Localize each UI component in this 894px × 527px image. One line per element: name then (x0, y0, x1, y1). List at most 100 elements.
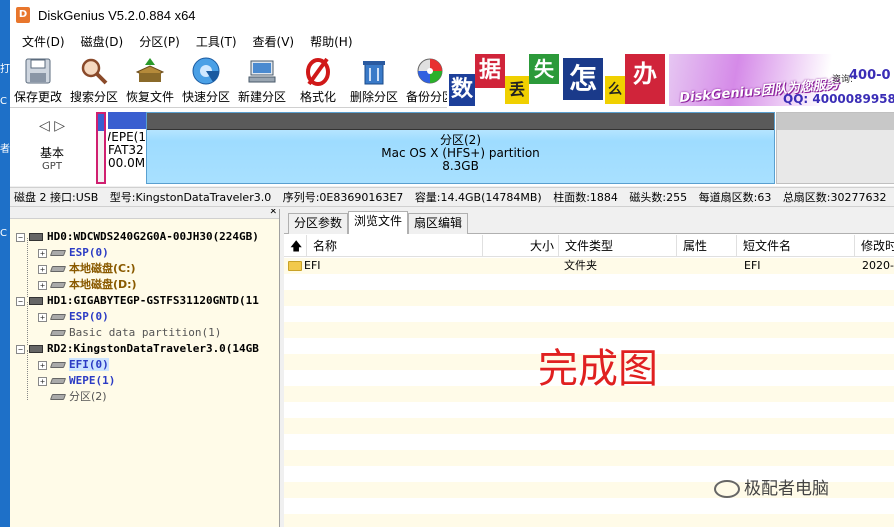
tree-label: ESP(0) (69, 246, 109, 259)
tree-partition[interactable]: Basic data partition(1) (49, 325, 222, 341)
partition-block-2[interactable]: 分区(2) Mac OS X (HFS+) partition 8.3GB (146, 112, 775, 184)
column-name[interactable]: 名称 (306, 235, 482, 257)
partition-icon (49, 266, 67, 272)
menu-help[interactable]: 帮助(H) (302, 33, 360, 50)
title-bar[interactable]: D DiskGenius V5.2.0.884 x64 (10, 0, 894, 30)
menu-tools[interactable]: 工具(T) (188, 33, 245, 50)
partition-block-wepe[interactable]: WEPE(1 FAT32 00.0M (108, 112, 146, 184)
free-space-block[interactable] (776, 112, 894, 184)
recover-files-button[interactable]: 恢复文件 (122, 54, 178, 106)
banner-qq: QQ: 4000089958(与 (783, 92, 894, 106)
partition-bar (147, 113, 774, 130)
collapse-icon[interactable]: − (16, 232, 25, 242)
file-short-name: EFI (744, 259, 761, 272)
up-folder-icon[interactable]: 🡅 (284, 235, 306, 257)
partition-icon (49, 362, 67, 368)
expand-icon[interactable]: + (38, 280, 47, 290)
collapse-icon[interactable]: − (16, 344, 25, 354)
partition-block-efi[interactable] (96, 112, 106, 184)
toolbar-label: 恢复文件 (125, 90, 174, 104)
pane-grip[interactable]: ✕ (10, 209, 279, 219)
tree-partition[interactable]: + EFI(0) (38, 357, 109, 373)
desktop-glyph: 者 (0, 144, 10, 155)
expand-icon[interactable]: + (38, 264, 47, 274)
tree-partition[interactable]: + WEPE(1) (38, 373, 115, 389)
menu-file[interactable]: 文件(D) (14, 33, 73, 50)
quick-partition-icon (192, 57, 220, 85)
file-name: EFI (304, 259, 321, 272)
tree-label: RD2:KingstonDataTraveler3.0(14GB (47, 342, 259, 355)
partition-icon (49, 282, 67, 288)
tab-partition-params[interactable]: 分区参数 (288, 213, 349, 234)
collapse-icon[interactable]: − (16, 296, 25, 306)
disk-total-sectors: 总扇区数:30277632 (782, 191, 887, 204)
tree-label: ESP(0) (69, 310, 109, 323)
menu-partition[interactable]: 分区(P) (131, 33, 188, 50)
column-size[interactable]: 大小 (482, 235, 558, 257)
watermark: 极配者电脑 (714, 474, 829, 499)
banner-glyph: 怎 (563, 58, 603, 100)
tree-partition[interactable]: 分区(2) (49, 389, 107, 405)
banner-glyph: 办 (625, 54, 665, 104)
tree-label: Basic data partition(1) (69, 326, 222, 339)
new-partition-button[interactable]: 新建分区 (234, 54, 290, 106)
tree-partition[interactable]: + ESP(0) (38, 309, 109, 325)
format-button[interactable]: 格式化 (290, 54, 346, 106)
partition-bar (777, 113, 894, 130)
expand-icon[interactable]: + (38, 312, 47, 322)
column-short-name[interactable]: 短文件名 (736, 235, 854, 257)
tree-disk-hd0[interactable]: − HD0:WDCWDS240G2G0A-00JH30(224GB) (16, 229, 259, 245)
menu-disk[interactable]: 磁盘(D) (73, 33, 132, 50)
format-icon (306, 57, 330, 86)
tree-label: EFI(0) (69, 358, 109, 371)
expand-icon[interactable]: + (38, 360, 47, 370)
disk-tree-pane: ✕ − HD0:WDCWDS240G2G0A-00JH30(224GB) + ESP… (10, 209, 280, 527)
tab-browse-files[interactable]: 浏览文件 (348, 211, 409, 234)
column-type[interactable]: 文件类型 (558, 235, 676, 257)
disk-capacity: 容量:14.4GB(14784MB) (414, 191, 542, 204)
tree-label: HD0:WDCWDS240G2G0A-00JH30(224GB) (47, 230, 259, 243)
tree-line (27, 238, 28, 297)
tree-partition[interactable]: + 本地磁盘(C:) (38, 261, 136, 277)
tree-disk-hd1[interactable]: − HD1:GIGABYTEGP-GSTFS31120GNTD(11 (16, 293, 259, 309)
tab-sector-edit[interactable]: 扇区编辑 (408, 213, 469, 234)
menu-view[interactable]: 查看(V) (245, 33, 303, 50)
file-row[interactable]: EFI 文件夹 EFI 2020-1 (284, 258, 894, 274)
folder-icon (288, 261, 302, 271)
disk-model: 型号:KingstonDataTraveler3.0 (109, 191, 272, 204)
column-modified[interactable]: 修改时 (854, 235, 894, 257)
diskgenius-app-icon: D (16, 7, 30, 23)
column-attributes[interactable]: 属性 (676, 235, 736, 257)
tree-label: 分区(2) (69, 390, 107, 403)
tree-partition[interactable]: + 本地磁盘(D:) (38, 277, 137, 293)
tree-label: 本地磁盘(C:) (69, 262, 136, 275)
completion-caption: 完成图 (538, 346, 658, 392)
hard-disk-icon (29, 233, 43, 241)
close-pane-icon[interactable]: ✕ (269, 209, 277, 217)
partition-size: 8.3GB (442, 159, 479, 173)
disk-interface: 磁盘 2 接口:USB (14, 191, 99, 204)
file-type: 文件夹 (564, 259, 597, 272)
tree-partition[interactable]: + ESP(0) (38, 245, 109, 261)
window-title: DiskGenius V5.2.0.884 x64 (38, 7, 196, 23)
quick-partition-button[interactable]: 快速分区 (178, 54, 234, 106)
desktop-glyph: C (0, 96, 7, 107)
disk-type-label: 基本 (39, 146, 64, 160)
save-changes-button[interactable]: 保存更改 (10, 54, 66, 106)
hard-disk-icon (29, 297, 43, 305)
delete-partition-button[interactable]: 删除分区 (346, 54, 402, 106)
disk-nav-arrows-icon[interactable]: ◁ ▷ (10, 118, 94, 134)
service-banner[interactable]: 数 据 丢 失 怎 么 办 DiskGenius团队为您服务 资询: 400-0… (447, 52, 894, 108)
disk-sectors-per-track: 每道扇区数:63 (698, 191, 772, 204)
file-modified: 2020-1 (862, 259, 894, 272)
search-partition-button[interactable]: 搜索分区 (66, 54, 122, 106)
tree-label: HD1:GIGABYTEGP-GSTFS31120GNTD(11 (47, 294, 259, 307)
banner-glyph: 失 (529, 54, 559, 84)
desktop-glyph: C (0, 228, 7, 239)
tree-disk-rd2[interactable]: − RD2:KingstonDataTraveler3.0(14GB (16, 341, 259, 357)
tree-line (27, 350, 28, 400)
partition-icon (49, 394, 67, 400)
expand-icon[interactable]: + (38, 376, 47, 386)
partition-bar (98, 114, 104, 131)
expand-icon[interactable]: + (38, 248, 47, 258)
